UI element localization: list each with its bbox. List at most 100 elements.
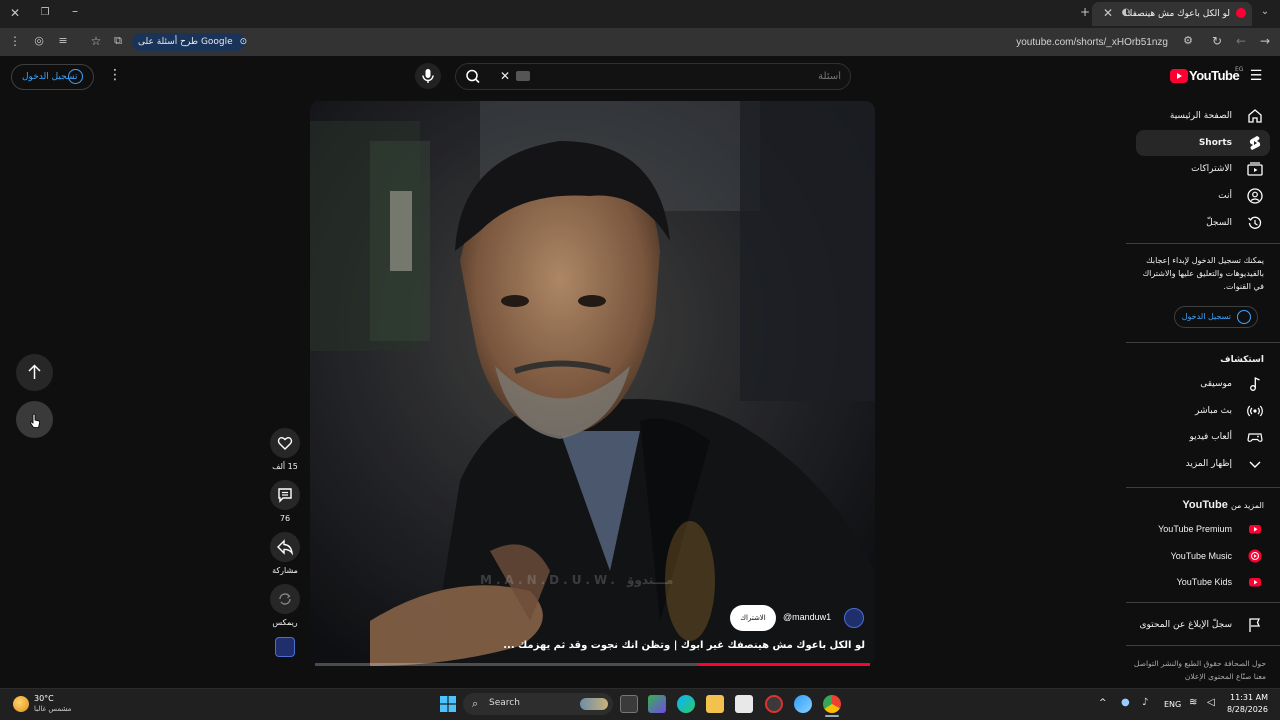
settings-kebab-icon[interactable]: ⋮ bbox=[108, 67, 122, 87]
sidebar-item-live[interactable]: بث مباشر bbox=[1136, 398, 1270, 424]
ask-google-chip[interactable]: طرح أسئلة على Google ⊙ bbox=[132, 33, 247, 51]
sidebar-divider bbox=[1126, 487, 1280, 488]
sidebar-item-label: ألعاب فيديو bbox=[1189, 432, 1232, 442]
sidebar-item-yt-music[interactable]: YouTube Music bbox=[1136, 543, 1270, 569]
tab-title: لو الكل باعوك مش هينصفك bbox=[1125, 9, 1230, 19]
sidebar-item-music[interactable]: موسيقى bbox=[1136, 371, 1270, 397]
minimize-window-icon[interactable]: – bbox=[67, 4, 83, 20]
weather-temperature[interactable]: 30°C bbox=[34, 694, 54, 703]
install-app-icon[interactable]: ⧉ bbox=[110, 34, 126, 50]
mic-tray-icon[interactable]: ♪ bbox=[1142, 697, 1148, 708]
footer-links[interactable]: حول الصحافة حقوق الطبع والنشر التواصل مع… bbox=[1130, 657, 1266, 683]
wifi-icon[interactable]: ≋ bbox=[1189, 697, 1197, 708]
sidebar-item-shorts[interactable]: Shorts bbox=[1136, 130, 1270, 156]
weather-description[interactable]: مشمس غالبا bbox=[34, 705, 71, 713]
yt-premium-icon bbox=[1249, 525, 1261, 534]
account-circle-icon bbox=[68, 69, 83, 84]
heart-icon bbox=[277, 437, 293, 450]
tab-search-chevron-icon[interactable]: ⌄ bbox=[1257, 5, 1273, 21]
sidebar-item-home[interactable]: الصفحة الرئيسية bbox=[1136, 103, 1270, 129]
signin-button[interactable]: تسجيل الدخول bbox=[11, 64, 94, 90]
volume-icon[interactable]: ◁ bbox=[1207, 697, 1215, 708]
youtube-logo-text[interactable]: YouTube bbox=[1189, 68, 1240, 83]
restore-window-icon[interactable]: ❐ bbox=[37, 6, 53, 22]
reload-icon[interactable]: ↻ bbox=[1209, 34, 1225, 50]
comments-button[interactable] bbox=[270, 480, 300, 510]
microsoft-store-icon[interactable] bbox=[735, 695, 753, 713]
sound-source-avatar[interactable] bbox=[275, 637, 295, 657]
tab-audio-icon[interactable]: ◐ bbox=[1118, 6, 1134, 22]
subscribe-button[interactable]: الاشتراك bbox=[730, 605, 776, 631]
show-hidden-icons-icon[interactable]: ^ bbox=[1099, 698, 1107, 708]
remix-button[interactable] bbox=[270, 584, 300, 614]
like-button[interactable] bbox=[270, 428, 300, 458]
sidebar-item-label: بث مباشر bbox=[1195, 406, 1232, 416]
subscriptions-icon bbox=[1247, 162, 1263, 176]
sidebar-show-more[interactable]: إظهار المزيد bbox=[1136, 451, 1270, 477]
comment-count: 76 bbox=[279, 514, 291, 523]
sidebar-item-gaming[interactable]: ألعاب فيديو bbox=[1136, 424, 1270, 450]
weather-sun-icon[interactable] bbox=[13, 696, 29, 712]
windows-start-icon[interactable] bbox=[440, 696, 456, 712]
close-window-icon[interactable]: ✕ bbox=[7, 6, 23, 22]
more-from-youtube-title: المزيد من YouTube bbox=[1182, 499, 1264, 511]
sidebar-divider bbox=[1126, 342, 1280, 343]
guide-menu-icon[interactable]: ☰ bbox=[1248, 68, 1264, 84]
clock-date[interactable]: 8/28/2026 bbox=[1224, 705, 1268, 714]
previous-short-button[interactable] bbox=[16, 354, 53, 391]
sidebar-item-yt-premium[interactable]: YouTube Premium bbox=[1136, 516, 1270, 542]
sidebar-item-label: سجلّ الإبلاغ عن المحتوى bbox=[1139, 620, 1232, 630]
like-count: 15 ألف bbox=[272, 462, 298, 471]
search-button[interactable] bbox=[455, 63, 491, 90]
gaming-icon bbox=[1247, 433, 1263, 442]
explore-section-title: استكشاف bbox=[1220, 355, 1264, 365]
network-app-tray-icon[interactable]: ● bbox=[1121, 697, 1130, 708]
sidebar-item-label: موسيقى bbox=[1200, 379, 1232, 389]
sidebar-signin-button[interactable]: تسجيل الدخول bbox=[1174, 306, 1258, 328]
sidebar-item-report-history[interactable]: سجلّ الإبلاغ عن المحتوى bbox=[1136, 612, 1270, 638]
clock-time[interactable]: 11:31 AM bbox=[1228, 693, 1268, 702]
channel-handle[interactable]: @manduw1 bbox=[783, 612, 831, 622]
widgets-app-icon[interactable] bbox=[648, 695, 666, 713]
forward-icon[interactable]: ← bbox=[1233, 34, 1249, 50]
youtube-logo-icon[interactable] bbox=[1170, 69, 1188, 83]
task-view-icon[interactable] bbox=[620, 695, 638, 713]
chrome-browser-icon[interactable] bbox=[823, 695, 841, 713]
profile-icon[interactable]: ◎ bbox=[31, 34, 47, 50]
voice-search-button[interactable] bbox=[415, 63, 441, 89]
channel-avatar[interactable] bbox=[844, 608, 864, 628]
search-icon bbox=[466, 69, 480, 84]
input-language[interactable]: ENG bbox=[1164, 700, 1181, 709]
close-tab-icon[interactable]: ✕ bbox=[1100, 6, 1116, 22]
sidebar-item-subscriptions[interactable]: الاشتراكات bbox=[1136, 156, 1270, 182]
chevron-down-icon bbox=[1249, 461, 1261, 468]
sidebar-item-you[interactable]: أنت bbox=[1136, 183, 1270, 209]
taskbar-search-label: Search bbox=[489, 698, 520, 708]
address-bar-url[interactable]: youtube.com/shorts/_xHOrb51nzg bbox=[1016, 37, 1168, 48]
keyboard-icon[interactable] bbox=[516, 71, 530, 81]
short-title[interactable]: لو الكل باعوك مش هينصفك غير ابوك | وتظن … bbox=[320, 640, 865, 651]
new-tab-button[interactable]: + bbox=[1077, 5, 1093, 21]
remix-icon bbox=[279, 593, 291, 605]
sidebar-item-history[interactable]: السجلّ bbox=[1136, 210, 1270, 236]
share-button[interactable] bbox=[270, 532, 300, 562]
messenger-app-icon[interactable] bbox=[794, 695, 812, 713]
flag-icon bbox=[1249, 618, 1260, 632]
edge-browser-icon[interactable] bbox=[677, 695, 695, 713]
browser-menu-icon[interactable]: ⋮ bbox=[7, 34, 23, 50]
sidebar-item-yt-kids[interactable]: YouTube Kids bbox=[1136, 569, 1270, 595]
settings-app-icon[interactable] bbox=[765, 695, 783, 713]
customize-icon[interactable]: ≡ bbox=[55, 34, 71, 50]
sidebar-item-label: أنت bbox=[1218, 191, 1232, 201]
more-from-prefix: المزيد من bbox=[1230, 501, 1264, 510]
bookmark-star-icon[interactable]: ☆ bbox=[88, 34, 104, 50]
search-input[interactable] bbox=[535, 63, 841, 90]
site-settings-icon[interactable]: ⚙ bbox=[1180, 34, 1196, 50]
home-icon bbox=[1248, 109, 1262, 123]
back-icon[interactable]: → bbox=[1257, 34, 1273, 50]
clear-search-icon[interactable]: ✕ bbox=[497, 68, 513, 84]
signin-label: تسجيل الدخول bbox=[1181, 312, 1231, 321]
video-progress-bar[interactable] bbox=[315, 663, 870, 666]
search-highlight-image bbox=[580, 698, 608, 710]
file-explorer-icon[interactable] bbox=[706, 695, 724, 713]
